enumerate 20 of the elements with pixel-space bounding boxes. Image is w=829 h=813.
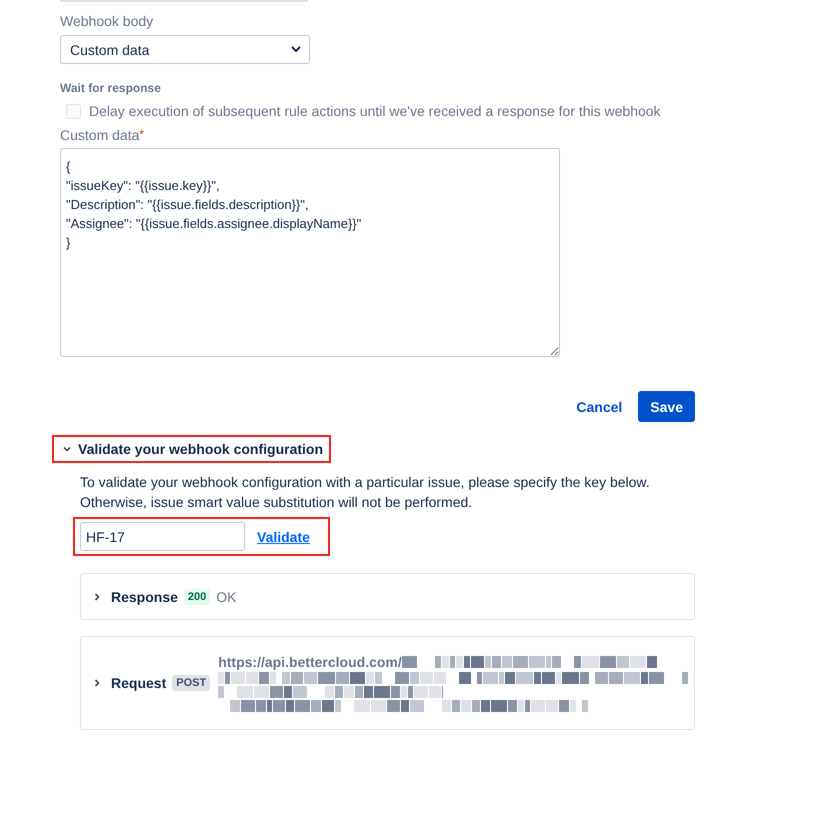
status-code: 200: [184, 588, 210, 604]
panel-title: Request: [111, 675, 166, 691]
custom-data-textarea[interactable]: { "issueKey": "{{issue.key}}", "Description": "{{issue.fields.description}}", "Assignee": "{{issue.fields.assignee.displayName}}" }: [60, 148, 560, 357]
response-panel[interactable]: Response 200 OK: [80, 573, 695, 620]
issue-key-input[interactable]: HF-17: [80, 522, 245, 551]
validate-link[interactable]: Validate: [257, 528, 310, 544]
checkbox-label: Delay execution of subsequent rule actions until we've received a response for this webhook: [89, 103, 661, 119]
cancel-button[interactable]: Cancel: [576, 391, 622, 422]
field-label: Webhook body: [60, 13, 154, 29]
status-text: OK: [216, 588, 237, 604]
webhook-body-select[interactable]: Custom data: [60, 35, 310, 64]
request-url: https://api.bettercloud.com/: [218, 654, 402, 670]
section-header[interactable]: Validate your webhook configuration: [52, 435, 332, 463]
method-badge: POST: [172, 675, 210, 691]
save-button[interactable]: Save: [638, 391, 695, 422]
field-label: Custom data*: [60, 127, 146, 143]
panel-title: Response: [111, 588, 178, 604]
request-panel[interactable]: Request POST https://api.bettercloud.com/: [80, 636, 695, 730]
description-text: To validate your webhook configuration with a particular issue, please specify the key below. Otherwise, issue smart value substitution will not be performed.: [80, 473, 651, 512]
section-heading: Wait for response: [60, 81, 162, 95]
